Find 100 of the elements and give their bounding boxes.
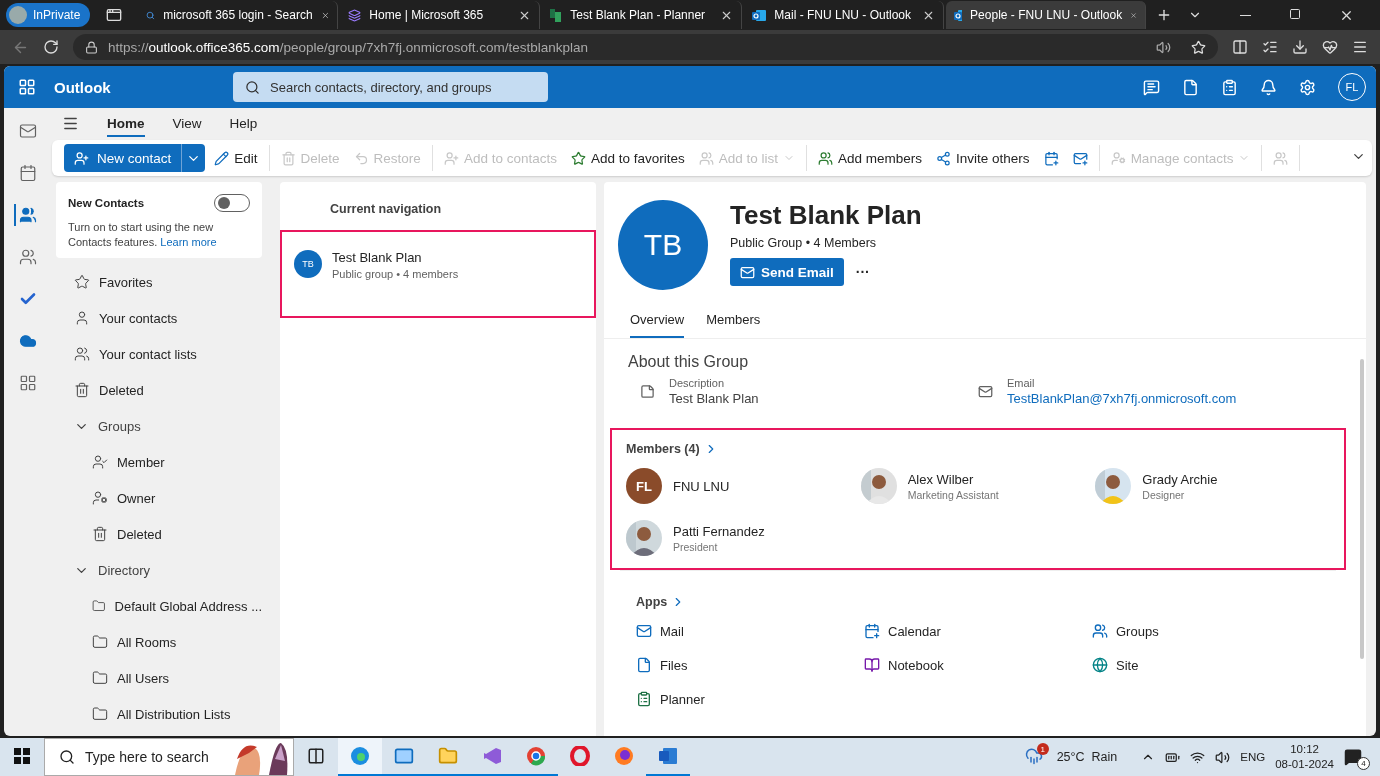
app-link[interactable]: Files: [636, 657, 864, 673]
clock[interactable]: 10:12 08-01-2024: [1275, 742, 1334, 772]
folder-item[interactable]: Your contact lists: [56, 336, 262, 372]
address-field[interactable]: https://outlook.office365.com/people/group/7xh7fj.onmicrosoft.com/testblankplan: [73, 34, 1218, 60]
people-icon: [698, 150, 714, 166]
note-icon: [640, 384, 655, 399]
mail-icon: [1072, 150, 1088, 166]
ribbon-button[interactable]: Add members: [813, 150, 928, 166]
app-link[interactable]: Groups: [1092, 623, 1320, 639]
browser-tab[interactable]: Home | Microsoft 365: [340, 1, 541, 29]
taskbar-search-field[interactable]: Type here to search: [44, 738, 294, 776]
weather-badge: 1: [1036, 743, 1049, 755]
folder-section[interactable]: Groups: [56, 408, 262, 444]
edge-icon: [350, 746, 370, 766]
new-contact-button[interactable]: New contact: [64, 144, 182, 172]
notebook-icon: [864, 657, 880, 673]
folder-icon: [92, 670, 108, 686]
people-check-icon: [92, 454, 108, 470]
favorite-icon: [1191, 39, 1206, 55]
folder-item[interactable]: Deleted: [56, 372, 262, 408]
app-link[interactable]: Site: [1092, 657, 1320, 673]
browser-tab[interactable]: Mail - FNU LNU - Outlook: [744, 1, 945, 29]
app-link[interactable]: Mail: [636, 623, 864, 639]
outlook-icon: [752, 8, 767, 22]
pane-heading: Current navigation: [329, 201, 443, 218]
learn-more-link[interactable]: Learn more: [160, 236, 217, 248]
field-value: Test Blank Plan: [669, 391, 759, 406]
globe-icon: [1092, 657, 1108, 673]
planner-icon: [636, 691, 652, 707]
scrollbar-thumb[interactable]: [1360, 359, 1364, 659]
group-avatar: TB: [618, 200, 708, 290]
apps-heading[interactable]: Apps: [636, 595, 668, 609]
ribbon-button[interactable]: Edit: [209, 150, 263, 166]
planner-icon: [550, 8, 563, 22]
person-add-icon: [443, 150, 459, 166]
member-name[interactable]: FNU LNU: [673, 478, 730, 494]
folder-item[interactable]: All Rooms: [56, 624, 262, 660]
star-icon: [570, 150, 586, 166]
browser-tab[interactable]: microsoft 365 login - Search: [138, 1, 339, 29]
folder-section[interactable]: Directory: [56, 552, 262, 588]
app-link[interactable]: Calendar: [864, 623, 1092, 639]
trash-icon: [280, 150, 296, 166]
ribbon-tab[interactable]: View: [172, 109, 202, 137]
pencil-icon: [214, 150, 230, 166]
more-button[interactable]: ···: [855, 264, 870, 280]
detail-tab[interactable]: Members: [706, 306, 761, 338]
chat-icon: [1143, 78, 1160, 96]
dropdown-button[interactable]: [181, 144, 206, 172]
browser-tab[interactable]: People - FNU LNU - Outlook: [946, 1, 1147, 29]
person-icon: [74, 310, 90, 326]
browser-tab[interactable]: Test Blank Plan - Planner: [542, 1, 743, 29]
weather-text[interactable]: 25°C Rain: [1056, 750, 1118, 764]
search-icon: [59, 749, 75, 765]
toggle-switch[interactable]: [214, 194, 250, 212]
task-view-icon: [307, 747, 325, 765]
group-list-item[interactable]: TB Test Blank Plan Public group • 4 members: [280, 230, 596, 318]
ribbon-tab[interactable]: Home: [107, 109, 145, 137]
send-email-button[interactable]: Send Email: [730, 258, 844, 286]
folder-item[interactable]: Owner: [56, 480, 262, 516]
detail-tab[interactable]: Overview: [630, 306, 685, 338]
member-name[interactable]: Alex Wilber: [907, 471, 999, 487]
app-name[interactable]: Outlook: [50, 78, 233, 96]
ribbon-tab[interactable]: Help: [229, 109, 258, 137]
download-icon: [1292, 39, 1308, 55]
mail-icon: [394, 746, 414, 766]
inprivate-badge[interactable]: InPrivate: [6, 3, 91, 27]
member-role: President: [673, 540, 719, 553]
language-indicator[interactable]: ENG: [1240, 751, 1266, 763]
volume-icon: [1215, 749, 1231, 765]
minimize-icon[interactable]: [1240, 14, 1251, 16]
folder-item[interactable]: Default Global Address ...: [56, 588, 262, 624]
member-name[interactable]: Grady Archie: [1142, 471, 1218, 487]
member-name[interactable]: Patti Fernandez: [673, 523, 765, 539]
calendar-add-icon: [1043, 150, 1059, 166]
folder-item[interactable]: All Users: [56, 660, 262, 696]
folder-item[interactable]: Favorites: [56, 264, 262, 300]
field-label: Email: [1007, 377, 1036, 389]
opera-icon: [570, 746, 590, 766]
app-link[interactable]: Planner: [636, 691, 864, 707]
health-icon: [1322, 39, 1338, 55]
card-text: Turn on to start using the new Contacts features. Learn more: [68, 220, 218, 250]
search-field[interactable]: Search contacts, directory, and groups: [233, 72, 548, 102]
folder-item[interactable]: Your contacts: [56, 300, 262, 336]
folder-item[interactable]: All Distribution Lists: [56, 696, 262, 732]
email-link[interactable]: TestBlankPlan@7xh7fj.onmicrosoft.com: [1007, 391, 1237, 406]
members-heading[interactable]: Members (4): [626, 442, 700, 456]
ribbon-button[interactable]: Invite others: [931, 150, 1035, 166]
folder-item[interactable]: Deleted: [56, 516, 262, 552]
people-add-icon: [818, 150, 834, 166]
app-link[interactable]: Notebook: [864, 657, 1092, 673]
folder-item[interactable]: Member: [56, 444, 262, 480]
undo-icon: [353, 150, 369, 166]
trash-icon: [74, 382, 90, 398]
trash-icon: [92, 526, 108, 542]
ribbon-button[interactable]: Add to favorites: [565, 150, 690, 166]
share-icon: [936, 150, 952, 166]
more-icon: [1352, 39, 1368, 55]
network-icon: [1190, 749, 1206, 765]
member-role: Designer: [1142, 488, 1186, 501]
maximize-icon: [1289, 7, 1301, 20]
